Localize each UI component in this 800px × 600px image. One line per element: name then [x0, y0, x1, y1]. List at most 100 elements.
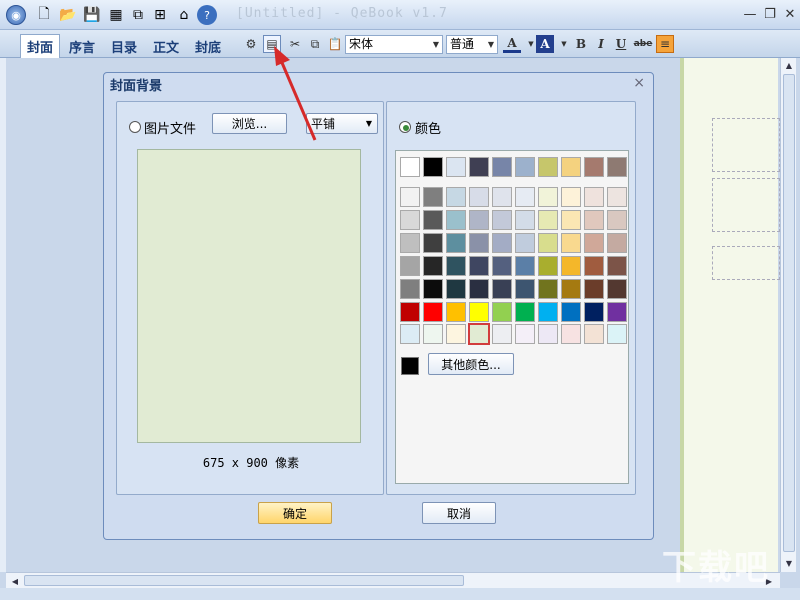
color-swatch[interactable] [515, 324, 535, 344]
color-swatch[interactable] [400, 233, 420, 253]
tab-back-cover[interactable]: 封底 [188, 34, 228, 58]
color-swatch[interactable] [538, 279, 558, 299]
color-swatch[interactable] [515, 279, 535, 299]
minimize-button[interactable]: — [740, 5, 760, 23]
color-swatch[interactable] [561, 256, 581, 276]
align-justify-icon[interactable]: ≡ [656, 35, 674, 53]
settings-icon[interactable]: ⚙ [242, 35, 260, 53]
color-swatch[interactable] [469, 157, 489, 177]
color-swatch[interactable] [584, 302, 604, 322]
color-swatch[interactable] [584, 210, 604, 230]
color-swatch[interactable] [607, 187, 627, 207]
scroll-up-icon[interactable]: ▲ [782, 58, 796, 72]
color-swatch[interactable] [400, 279, 420, 299]
color-swatch[interactable] [584, 157, 604, 177]
open-folder-icon[interactable]: 📂 [58, 5, 78, 25]
color-swatch[interactable] [607, 157, 627, 177]
color-swatch[interactable] [561, 279, 581, 299]
italic-button[interactable]: I [592, 35, 610, 53]
color-swatch[interactable] [423, 157, 443, 177]
color-swatch[interactable] [400, 302, 420, 322]
color-swatch[interactable] [515, 187, 535, 207]
app-logo-icon[interactable]: ◉ [6, 5, 26, 25]
close-button[interactable]: ✕ [780, 5, 800, 23]
cancel-button[interactable]: 取消 [422, 502, 496, 524]
restore-button[interactable]: ❐ [760, 5, 780, 23]
color-swatch[interactable] [607, 302, 627, 322]
vertical-scrollbar[interactable]: ▲ ▼ [780, 58, 796, 572]
bold-button[interactable]: B [572, 35, 590, 53]
color-swatch[interactable] [538, 210, 558, 230]
color-swatch[interactable] [584, 187, 604, 207]
color-swatch[interactable] [400, 324, 420, 344]
font-family-select[interactable]: 宋体 ▼ [345, 35, 443, 54]
strikethrough-button[interactable]: abe [632, 35, 654, 53]
color-swatch[interactable] [423, 302, 443, 322]
color-swatch[interactable] [561, 324, 581, 344]
color-swatch[interactable] [469, 256, 489, 276]
help-icon[interactable]: ? [197, 5, 217, 25]
color-swatch[interactable] [584, 256, 604, 276]
color-swatch[interactable] [607, 256, 627, 276]
color-swatch[interactable] [423, 187, 443, 207]
color-swatch[interactable] [538, 302, 558, 322]
color-swatch[interactable] [469, 233, 489, 253]
color-swatch[interactable] [515, 233, 535, 253]
ok-button[interactable]: 确定 [258, 502, 332, 524]
horizontal-scroll-thumb[interactable] [24, 575, 464, 586]
color-swatch[interactable] [584, 279, 604, 299]
color-swatch[interactable] [515, 210, 535, 230]
chevron-down-icon[interactable]: ▼ [555, 35, 573, 53]
color-swatch[interactable] [469, 210, 489, 230]
color-swatch[interactable] [446, 256, 466, 276]
export-icon[interactable]: ▦ [106, 5, 126, 25]
scroll-left-icon[interactable]: ◀ [8, 574, 22, 588]
tab-toc[interactable]: 目录 [104, 34, 144, 58]
color-swatch[interactable] [446, 279, 466, 299]
color-swatch[interactable] [607, 210, 627, 230]
home-icon[interactable]: ⌂ [174, 5, 194, 25]
color-swatch[interactable] [492, 210, 512, 230]
color-swatch[interactable] [423, 233, 443, 253]
vertical-scroll-thumb[interactable] [783, 74, 795, 552]
color-swatch[interactable] [538, 187, 558, 207]
font-color-icon[interactable]: A [503, 35, 521, 53]
color-swatch[interactable] [469, 187, 489, 207]
color-radio[interactable] [399, 121, 411, 133]
color-swatch[interactable] [515, 157, 535, 177]
color-swatch[interactable] [423, 210, 443, 230]
color-swatch[interactable] [561, 210, 581, 230]
color-swatch[interactable] [492, 279, 512, 299]
tab-preface[interactable]: 序言 [62, 34, 102, 58]
color-swatch[interactable] [492, 324, 512, 344]
color-swatch[interactable] [423, 256, 443, 276]
color-swatch[interactable] [446, 210, 466, 230]
color-swatch[interactable] [469, 302, 489, 322]
color-swatch[interactable] [492, 256, 512, 276]
color-swatch[interactable] [492, 187, 512, 207]
color-swatch[interactable] [607, 279, 627, 299]
color-swatch[interactable] [584, 324, 604, 344]
more-colors-button[interactable]: 其他颜色... [428, 353, 514, 375]
highlight-color-icon[interactable]: A [536, 35, 554, 53]
color-swatch[interactable] [607, 324, 627, 344]
tab-cover[interactable]: 封面 [20, 34, 60, 58]
color-swatch[interactable] [561, 233, 581, 253]
color-swatch[interactable] [538, 233, 558, 253]
color-swatch[interactable] [515, 256, 535, 276]
color-swatch[interactable] [469, 324, 489, 344]
color-swatch[interactable] [469, 279, 489, 299]
color-swatch[interactable] [423, 324, 443, 344]
font-size-select[interactable]: 普通 ▼ [446, 35, 498, 54]
color-swatch[interactable] [446, 233, 466, 253]
color-swatch[interactable] [492, 233, 512, 253]
color-swatch[interactable] [423, 279, 443, 299]
color-swatch[interactable] [446, 324, 466, 344]
color-swatch[interactable] [400, 187, 420, 207]
color-swatch[interactable] [584, 233, 604, 253]
color-swatch[interactable] [607, 233, 627, 253]
color-swatch[interactable] [538, 256, 558, 276]
color-swatch[interactable] [400, 256, 420, 276]
color-swatch[interactable] [492, 157, 512, 177]
color-swatch[interactable] [446, 157, 466, 177]
